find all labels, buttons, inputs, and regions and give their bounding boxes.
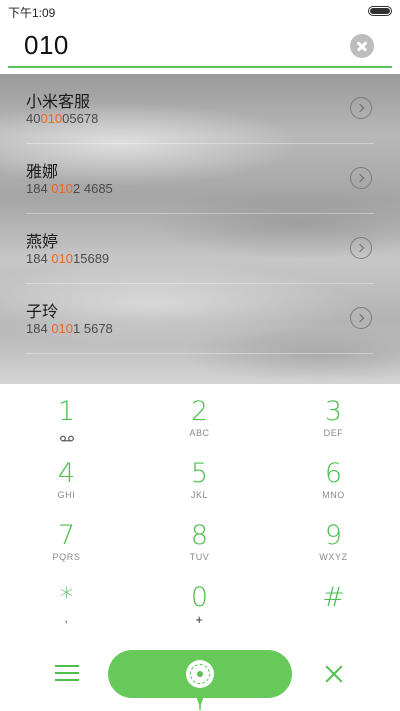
key-digit: * — [59, 582, 74, 613]
dial-key-2[interactable]: 2 ABC — [133, 384, 266, 446]
dial-key-0[interactable]: 0 + — [133, 570, 266, 632]
match-highlight: 010 — [51, 251, 74, 266]
dial-key-star[interactable]: * , — [0, 570, 133, 632]
contact-item[interactable]: 雅娜 184 0102 4685 — [0, 144, 400, 214]
key-letters: GHI — [57, 490, 76, 500]
chevron-right-icon[interactable] — [350, 97, 372, 119]
search-bar: 010 — [0, 22, 400, 74]
key-letters: TUV — [189, 552, 210, 562]
delete-icon[interactable] — [322, 662, 346, 686]
battery-icon — [368, 6, 392, 16]
dial-key-4[interactable]: 4 GHI — [0, 446, 133, 508]
search-underline — [8, 66, 392, 68]
status-bar: 下午1:09 — [0, 0, 400, 22]
chevron-right-icon[interactable] — [350, 237, 372, 259]
contact-item[interactable]: 燕婷 184 01015689 — [0, 214, 400, 284]
contact-number: 184 0101 5678 — [26, 321, 113, 336]
key-letters: JKL — [190, 490, 209, 500]
key-digit: 5 — [190, 458, 209, 489]
contact-item[interactable]: 小米客服 4001005678 — [0, 74, 400, 144]
key-digit: 4 — [57, 458, 76, 489]
key-digit: 1 — [57, 396, 76, 427]
chevron-right-icon[interactable] — [350, 167, 372, 189]
contact-name: 雅娜 — [26, 164, 59, 181]
key-letters: WXYZ — [319, 552, 348, 562]
chevron-right-icon[interactable] — [350, 307, 372, 329]
key-digit: 2 — [190, 396, 209, 427]
status-time: 下午1:09 — [8, 6, 56, 20]
key-digit: 0 — [190, 582, 209, 613]
dial-key-hash[interactable]: # — [267, 570, 400, 632]
contact-name: 燕婷 — [26, 234, 59, 251]
key-letters: + — [195, 612, 204, 627]
match-highlight: 010 — [51, 321, 74, 336]
key-letters: MNO — [322, 490, 345, 500]
call-button[interactable] — [108, 650, 292, 698]
menu-icon[interactable] — [55, 663, 81, 683]
dial-key-1[interactable]: 1 — [0, 384, 133, 446]
dial-key-3[interactable]: 3 DEF — [267, 384, 400, 446]
key-digit: 7 — [57, 520, 76, 551]
clear-icon[interactable] — [350, 34, 374, 58]
call-icon — [186, 660, 214, 688]
dialed-number-input[interactable]: 010 — [24, 30, 69, 61]
key-digit: 9 — [324, 520, 343, 551]
key-digit: 8 — [190, 520, 209, 551]
contact-number: 184 0102 4685 — [26, 181, 113, 196]
key-digit: # — [322, 582, 345, 613]
dial-key-8[interactable]: 8 TUV — [133, 508, 266, 570]
contact-number: 4001005678 — [26, 111, 99, 126]
contact-name: 小米客服 — [26, 94, 91, 111]
key-letters: PQRS — [52, 552, 81, 562]
contact-name: 子玲 — [26, 304, 59, 321]
call-button-pointer — [196, 696, 204, 710]
contact-item[interactable]: 子玲 184 0101 5678 — [0, 284, 400, 354]
contact-number: 184 01015689 — [26, 251, 110, 266]
key-letters: ABC — [189, 428, 210, 438]
match-highlight: 010 — [40, 111, 63, 126]
dial-key-6[interactable]: 6 MNO — [267, 446, 400, 508]
key-letters: , — [64, 613, 69, 625]
divider — [26, 353, 374, 354]
voicemail-icon — [59, 429, 74, 442]
dial-key-7[interactable]: 7 PQRS — [0, 508, 133, 570]
key-digit: 3 — [324, 396, 343, 427]
match-highlight: 010 — [51, 181, 74, 196]
key-letters: DEF — [323, 428, 344, 438]
key-digit: 6 — [324, 458, 343, 489]
dial-key-5[interactable]: 5 JKL — [133, 446, 266, 508]
dial-key-9[interactable]: 9 WXYZ — [267, 508, 400, 570]
contact-results-list: 小米客服 4001005678 雅娜 184 0102 4685 燕婷 184 … — [0, 74, 400, 384]
